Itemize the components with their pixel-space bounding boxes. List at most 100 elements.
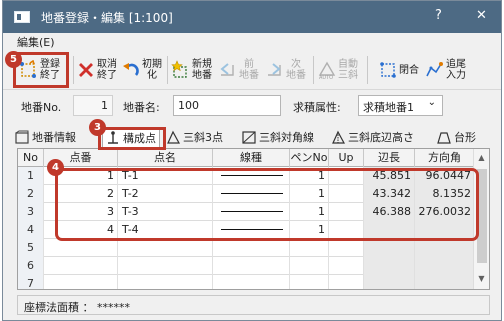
row-number: 3 <box>18 203 44 221</box>
line-type-cell[interactable] <box>213 239 290 257</box>
row-number: 1 <box>18 167 44 185</box>
pen-no-cell[interactable] <box>290 239 329 257</box>
pen-no-cell[interactable] <box>290 257 329 275</box>
lot-name-label: 地番名: <box>123 101 160 114</box>
toolbar-separator <box>367 56 368 84</box>
up-cell[interactable] <box>329 275 364 289</box>
tab-trapezoid-label: 台形 <box>454 131 476 144</box>
callout-box-points-tab <box>98 127 166 150</box>
col-up: Up <box>329 149 364 167</box>
point-number-cell[interactable] <box>44 257 118 275</box>
title-bar: 地番登録・編集 [1:100] ? ✕ <box>3 1 501 33</box>
row-number: 7 <box>18 275 44 289</box>
scroll-up-icon[interactable]: ▲ <box>474 150 489 166</box>
auto-survey-button[interactable]: AUTO 自動 三斜 <box>317 52 358 88</box>
tab-triangle-base-height[interactable]: 三斜底辺高さ <box>331 127 414 147</box>
up-cell[interactable] <box>329 257 364 275</box>
tab-bar: 地番情報 構成点 三斜3点 三斜対角線 三斜底辺高さ 台形 <box>3 125 501 147</box>
chevron-down-icon: ⌄ <box>427 97 436 108</box>
dialog-window: 地番登録・編集 [1:100] ? ✕ 編集(E) 登録 終了 取消 終了 初期… <box>2 0 502 321</box>
callout-badge-5: 5 <box>5 51 22 68</box>
close-shape-button[interactable]: 閉合 <box>378 52 419 88</box>
scroll-down-icon[interactable]: ▼ <box>474 271 489 287</box>
prev-lot-icon <box>218 60 238 80</box>
close-shape-label: 閉合 <box>399 64 419 76</box>
auto-survey-label: 自動 三斜 <box>338 59 358 81</box>
point-name-cell[interactable] <box>118 239 213 257</box>
tail-input-button[interactable]: 追尾 入力 <box>425 52 466 88</box>
line-type-cell[interactable] <box>213 257 290 275</box>
lot-no-field: 1 <box>73 95 113 116</box>
col-pen-no: ペンNo <box>290 149 329 167</box>
callout-box-grid-rows <box>55 168 479 241</box>
triangle-icon <box>166 130 181 145</box>
new-lot-label: 新規 地番 <box>192 59 212 81</box>
cancel-finish-label: 取消 終了 <box>97 59 117 81</box>
tab-trapezoid[interactable]: 台形 <box>437 127 476 147</box>
auto-survey-icon: AUTO <box>317 60 337 81</box>
tail-input-icon <box>425 60 445 80</box>
lot-info-icon <box>15 130 30 145</box>
toolbar-separator <box>313 56 314 84</box>
point-name-cell[interactable] <box>118 257 213 275</box>
menu-edit[interactable]: 編集(E) <box>17 34 55 50</box>
direction-angle-cell[interactable] <box>415 275 475 289</box>
line-type-cell[interactable] <box>213 275 290 289</box>
lot-name-input[interactable]: 100 <box>173 95 281 116</box>
close-button[interactable]: ✕ <box>476 8 487 23</box>
up-cell[interactable] <box>329 239 364 257</box>
base-height-icon <box>331 130 346 145</box>
direction-angle-cell[interactable] <box>415 239 475 257</box>
point-name-cell[interactable] <box>118 275 213 289</box>
app-icon <box>14 11 30 23</box>
tab-triangle-3pt-label: 三斜3点 <box>183 131 223 144</box>
area-attribute-value: 求積地番1 <box>363 101 414 114</box>
callout-badge-4: 4 <box>47 159 64 176</box>
tab-lot-info-label: 地番情報 <box>32 131 76 144</box>
prev-lot-label: 前 地番 <box>239 59 259 81</box>
point-number-cell[interactable] <box>44 275 118 289</box>
row-number: 4 <box>18 221 44 239</box>
svg-text:AUTO: AUTO <box>319 75 333 80</box>
initialize-button[interactable]: 初期 化 <box>121 52 162 88</box>
new-lot-icon <box>171 60 191 80</box>
tab-lot-info[interactable]: 地番情報 <box>15 127 76 147</box>
toolbar-separator <box>167 56 168 84</box>
table-row[interactable]: 5 <box>18 239 489 257</box>
side-length-cell[interactable] <box>364 275 415 289</box>
trapezoid-icon <box>437 130 452 145</box>
direction-angle-cell[interactable] <box>415 257 475 275</box>
col-direction-angle: 方向角 <box>415 149 475 167</box>
diagonal-icon <box>242 130 257 145</box>
status-bar: 座標法面積 ： ****** <box>17 295 490 315</box>
window-title: 地番登録・編集 [1:100] <box>41 11 173 25</box>
new-lot-button[interactable]: 新規 地番 <box>171 52 212 88</box>
table-row[interactable]: 7 <box>18 275 489 289</box>
toolbar: 登録 終了 取消 終了 初期 化 新規 地番 前 地番 次 地番 AUTO 自動… <box>3 50 501 90</box>
lot-info-row: 地番No. 1 地番名: 100 求積属性: 求積地番1 ⌄ <box>3 91 501 119</box>
cancel-x-icon <box>76 60 96 80</box>
area-attribute-label: 求積属性: <box>293 101 341 114</box>
undo-arrow-icon <box>121 60 141 80</box>
point-number-cell[interactable] <box>44 239 118 257</box>
initialize-label: 初期 化 <box>142 59 162 81</box>
grid-header: No 点番 点名 線種 ペンNo Up 辺長 方向角 <box>18 149 489 167</box>
col-no: No <box>18 149 44 167</box>
row-number: 6 <box>18 257 44 275</box>
tab-triangle-3pt[interactable]: 三斜3点 <box>166 127 223 147</box>
help-button[interactable]: ? <box>435 8 442 23</box>
tab-triangle-diagonal[interactable]: 三斜対角線 <box>242 127 314 147</box>
pen-no-cell[interactable] <box>290 275 329 289</box>
table-row[interactable]: 6 <box>18 257 489 275</box>
col-side-length: 辺長 <box>364 149 415 167</box>
cancel-finish-button[interactable]: 取消 終了 <box>76 52 117 88</box>
prev-lot-button[interactable]: 前 地番 <box>218 52 259 88</box>
close-shape-icon <box>378 60 398 80</box>
next-lot-button[interactable]: 次 地番 <box>265 52 306 88</box>
area-attribute-select[interactable]: 求積地番1 ⌄ <box>358 95 443 116</box>
menu-bar: 編集(E) <box>3 33 501 50</box>
side-length-cell[interactable] <box>364 257 415 275</box>
side-length-cell[interactable] <box>364 239 415 257</box>
col-line-type: 線種 <box>213 149 290 167</box>
col-point-name: 点名 <box>118 149 213 167</box>
